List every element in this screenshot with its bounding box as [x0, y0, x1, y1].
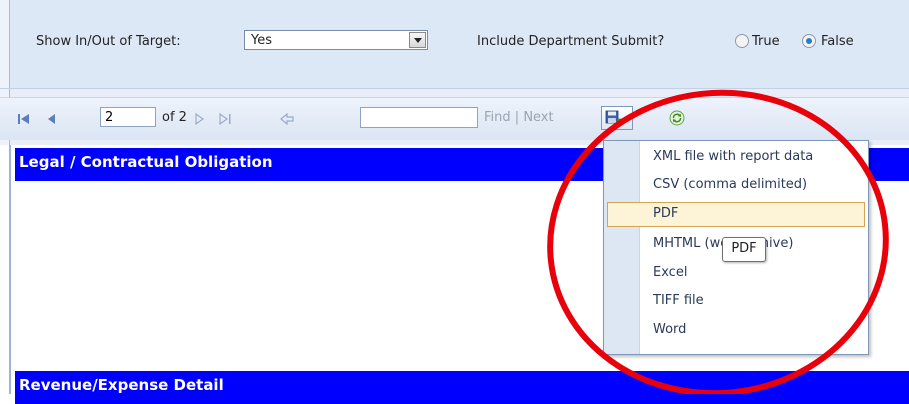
menu-item-excel[interactable]: Excel — [607, 261, 865, 286]
next-link[interactable]: Next — [523, 110, 553, 125]
menu-item-csv[interactable]: CSV (comma delimited) — [607, 173, 865, 198]
save-disk-icon — [605, 110, 623, 125]
first-page-icon[interactable] — [17, 113, 31, 125]
export-button[interactable] — [601, 106, 633, 130]
section-header-revenue: Revenue/Expense Detail — [15, 371, 909, 404]
page-number-input[interactable] — [100, 107, 156, 127]
target-select[interactable]: Yes — [244, 30, 428, 50]
refresh-icon[interactable] — [669, 110, 685, 126]
page-count-label: of 2 — [162, 110, 187, 125]
find-controls: Find | Next — [484, 110, 554, 125]
parameter-panel: Show In/Out of Target: Yes Include Depar… — [0, 0, 909, 89]
menu-item-pdf[interactable]: PDF — [607, 202, 865, 227]
radio-false-label: False — [821, 34, 854, 49]
last-page-icon[interactable] — [218, 113, 232, 125]
find-link[interactable]: Find — [484, 110, 511, 125]
radio-true-label: True — [752, 34, 780, 49]
radio-true[interactable] — [735, 34, 749, 48]
menu-item-word[interactable]: Word — [607, 318, 865, 343]
menu-item-xml[interactable]: XML file with report data — [607, 145, 865, 170]
menu-item-tiff[interactable]: TIFF file — [607, 289, 865, 314]
report-left-rail — [9, 145, 11, 394]
next-page-icon[interactable] — [193, 113, 205, 125]
dept-submit-label: Include Department Submit? — [477, 34, 665, 49]
dropdown-arrow-icon — [625, 117, 631, 121]
previous-page-icon[interactable] — [46, 113, 58, 125]
find-input[interactable] — [360, 107, 478, 128]
chevron-down-icon[interactable] — [409, 32, 426, 48]
find-separator: | — [514, 110, 520, 125]
target-label: Show In/Out of Target: — [36, 34, 181, 49]
back-to-parent-icon[interactable] — [280, 113, 294, 125]
pdf-tooltip: PDF — [722, 237, 766, 262]
radio-false[interactable] — [802, 34, 816, 48]
target-select-value: Yes — [251, 33, 272, 48]
report-toolbar: of 2 Find | Next — [0, 89, 909, 145]
